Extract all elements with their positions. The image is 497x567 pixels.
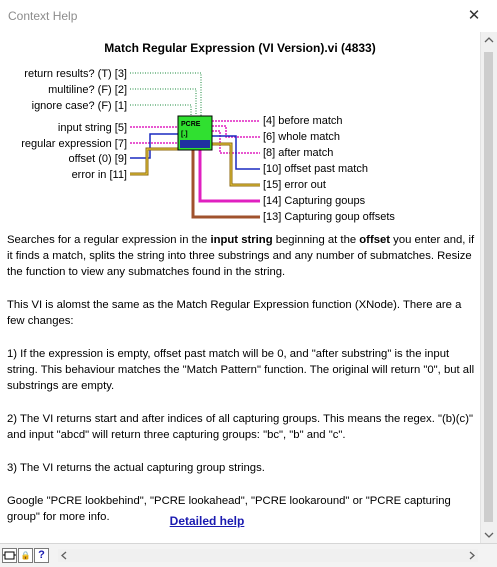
window-title: Context Help	[8, 9, 78, 23]
output-label: [10] offset past match	[263, 163, 368, 175]
help-content: Match Regular Expression (VI Version).vi…	[0, 32, 480, 543]
output-label: [15] error out	[263, 179, 326, 191]
scroll-up-arrow-icon[interactable]	[481, 32, 497, 48]
desc-bold-offset: offset	[359, 234, 391, 246]
output-label: [6] whole match	[263, 131, 340, 143]
input-label: input string [5]	[58, 122, 127, 134]
description-paragraph: 3) The VI returns the actual capturing g…	[7, 462, 265, 474]
input-label: multiline? (F) [2]	[48, 84, 127, 96]
output-labels: [4] before match [6] whole match [8] aft…	[263, 115, 395, 223]
lock-button[interactable]: 🔒	[18, 548, 33, 563]
offset-past-match-wire	[212, 135, 260, 170]
output-label: [8] after match	[263, 147, 333, 159]
input-label: offset (0) [9]	[69, 153, 128, 165]
scroll-thumb[interactable]	[484, 52, 493, 522]
desc-bold-input-string: input string	[210, 234, 273, 246]
terminals-icon	[3, 551, 16, 560]
string-input-wires	[130, 126, 178, 144]
question-icon: ?	[38, 549, 45, 561]
description: Searches for a regular expression in the…	[7, 232, 475, 542]
icon-terminal-strip	[180, 140, 210, 148]
show-optional-terminals-button[interactable]	[2, 548, 17, 563]
description-paragraph: This VI is alomst the same as the Match …	[7, 299, 462, 327]
input-label: error in [11]	[72, 169, 127, 181]
description-paragraph: 2) The VI returns start and after indice…	[7, 413, 473, 441]
error-in-wire	[130, 147, 178, 176]
desc-text: Searches for a regular expression in the	[7, 234, 211, 246]
description-paragraph: Searches for a regular expression in the…	[7, 232, 475, 280]
vertical-scrollbar[interactable]	[480, 32, 497, 543]
output-label: [14] Capturing goups	[263, 195, 366, 207]
output-label: [4] before match	[263, 115, 343, 127]
lock-icon: 🔒	[20, 551, 31, 560]
detailed-help-link[interactable]: Detailed help	[0, 514, 414, 528]
scroll-right-arrow-icon[interactable]	[465, 549, 478, 562]
close-button[interactable]: ✕	[460, 4, 488, 28]
input-label: ignore case? (F) [1]	[32, 100, 127, 112]
scroll-down-arrow-icon[interactable]	[481, 527, 497, 543]
horizontal-scrollbar[interactable]	[58, 549, 478, 562]
input-label: regular expression [7]	[21, 138, 127, 150]
boolean-wires	[130, 72, 202, 116]
input-labels: return results? (T) [3] multiline? (F) […	[21, 68, 127, 181]
offset-wire	[130, 133, 178, 159]
help-button[interactable]: ?	[34, 548, 49, 563]
icon-label-1: PCRE	[181, 121, 201, 128]
desc-text: beginning at the	[272, 234, 360, 246]
error-in-wire-inner	[130, 148, 178, 175]
title-bar: Context Help ✕	[0, 0, 497, 32]
scroll-left-arrow-icon[interactable]	[58, 549, 71, 562]
output-label: [13] Capturing goup offsets	[263, 211, 395, 223]
bottom-toolbar: 🔒 ?	[0, 543, 497, 567]
input-label: return results? (T) [3]	[24, 68, 127, 80]
connector-diagram: PCRE [.] return results? (T) [3] multili…	[21, 68, 395, 223]
description-paragraph: 1) If the expression is empty, offset pa…	[7, 348, 475, 392]
icon-label-2: [.]	[181, 131, 188, 138]
